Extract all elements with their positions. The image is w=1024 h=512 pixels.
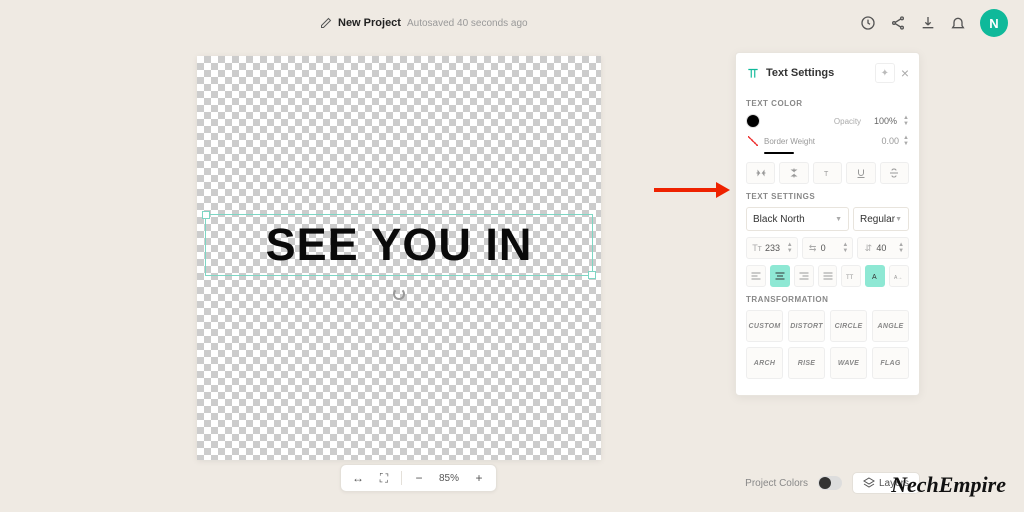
strikethrough-icon[interactable] xyxy=(880,162,909,184)
border-weight-value: 0.00 xyxy=(882,136,900,146)
opacity-label: Opacity xyxy=(834,117,861,126)
download-icon[interactable] xyxy=(920,15,936,31)
uppercase-icon[interactable]: T xyxy=(813,162,842,184)
bell-icon[interactable] xyxy=(950,15,966,31)
chevron-down-icon: ▼ xyxy=(895,216,902,223)
text-rtl-icon[interactable]: A→ xyxy=(889,265,909,287)
text-settings-label: TEXT SETTINGS xyxy=(746,192,909,201)
project-name[interactable]: New Project xyxy=(338,17,401,29)
transform-circle[interactable]: CIRCLE xyxy=(830,310,867,342)
top-bar: New Project Autosaved 40 seconds ago N xyxy=(0,0,1024,46)
align-left-icon[interactable] xyxy=(746,265,766,287)
font-family-select[interactable]: Black North ▼ xyxy=(746,207,849,231)
transform-arch[interactable]: ARCH xyxy=(746,347,783,379)
transform-rise[interactable]: RISE xyxy=(788,347,825,379)
font-name: Black North xyxy=(753,214,805,225)
watermark: NechEmpire xyxy=(891,472,1006,498)
text-color-label: TEXT COLOR xyxy=(746,99,909,108)
transformation-label: TRANSFORMATION xyxy=(746,295,909,304)
panel-title: Text Settings xyxy=(766,67,834,79)
fit-screen-icon[interactable]: ⛶ xyxy=(375,469,393,487)
text-direction-icon[interactable]: A xyxy=(865,265,885,287)
transform-custom[interactable]: CUSTOM xyxy=(746,310,783,342)
text-case-icon[interactable]: TT xyxy=(841,265,861,287)
chevron-down-icon: ▼ xyxy=(835,216,842,223)
align-center-icon[interactable] xyxy=(770,265,790,287)
color-swatch[interactable] xyxy=(746,114,760,128)
border-stepper[interactable]: ▲▼ xyxy=(903,135,909,147)
history-icon[interactable] xyxy=(860,15,876,31)
project-colors-toggle[interactable] xyxy=(818,476,842,490)
divider xyxy=(401,471,402,485)
font-weight: Regular xyxy=(860,214,895,225)
autosave-text: Autosaved 40 seconds ago xyxy=(407,18,528,29)
opacity-value: 100% xyxy=(867,116,897,126)
align-justify-icon[interactable] xyxy=(818,265,838,287)
svg-text:A→: A→ xyxy=(894,275,902,281)
zoom-out-button[interactable]: − xyxy=(410,469,428,487)
letter-spacing-input[interactable]: ⇆0▲▼ xyxy=(802,237,854,259)
spacing-icon: ⇆ xyxy=(807,243,819,254)
border-preview xyxy=(764,152,794,154)
transform-flag[interactable]: FLAG xyxy=(872,347,909,379)
size-icon: Tт xyxy=(751,243,763,253)
canvas[interactable]: SEE YOU IN xyxy=(197,56,601,460)
border-weight-label: Border Weight xyxy=(764,137,815,146)
project-info: New Project Autosaved 40 seconds ago xyxy=(320,17,528,29)
text-settings-panel: Text Settings ✦ × TEXT COLOR Opacity 100… xyxy=(735,52,920,396)
close-icon[interactable]: × xyxy=(901,65,909,81)
line-height-input[interactable]: ⇵40▲▼ xyxy=(857,237,909,259)
project-colors-label: Project Colors xyxy=(745,478,808,489)
transform-wave[interactable]: WAVE xyxy=(830,347,867,379)
transform-angle[interactable]: ANGLE xyxy=(872,310,909,342)
font-size-input[interactable]: Tт233▲▼ xyxy=(746,237,798,259)
svg-text:TT: TT xyxy=(846,275,854,281)
text-selection-box[interactable]: SEE YOU IN xyxy=(205,214,593,276)
flip-v-icon[interactable] xyxy=(779,162,808,184)
zoom-in-button[interactable]: + xyxy=(470,469,488,487)
topbar-actions: N xyxy=(860,9,1008,37)
pencil-icon xyxy=(320,17,332,29)
transform-grid: CUSTOM DISTORT CIRCLE ANGLE ARCH RISE WA… xyxy=(746,310,909,379)
underline-icon[interactable] xyxy=(846,162,875,184)
add-preset-icon[interactable]: ✦ xyxy=(875,63,895,83)
no-border-icon[interactable] xyxy=(746,134,760,148)
layers-icon xyxy=(863,477,875,489)
text-icon xyxy=(746,66,760,80)
align-right-icon[interactable] xyxy=(794,265,814,287)
fit-width-icon[interactable]: ↔ xyxy=(349,469,367,487)
zoom-bar: ↔ ⛶ − 85% + xyxy=(340,464,497,492)
loading-spinner xyxy=(393,288,405,300)
lineheight-icon: ⇵ xyxy=(862,243,874,254)
share-icon[interactable] xyxy=(890,15,906,31)
avatar[interactable]: N xyxy=(980,9,1008,37)
svg-text:T: T xyxy=(824,171,829,178)
opacity-stepper[interactable]: ▲▼ xyxy=(903,115,909,127)
zoom-value: 85% xyxy=(436,473,462,484)
font-weight-select[interactable]: Regular ▼ xyxy=(853,207,909,231)
flip-h-icon[interactable] xyxy=(746,162,775,184)
canvas-text[interactable]: SEE YOU IN xyxy=(266,219,533,271)
transform-distort[interactable]: DISTORT xyxy=(788,310,825,342)
svg-text:A: A xyxy=(872,274,877,281)
annotation-arrow xyxy=(654,184,730,196)
